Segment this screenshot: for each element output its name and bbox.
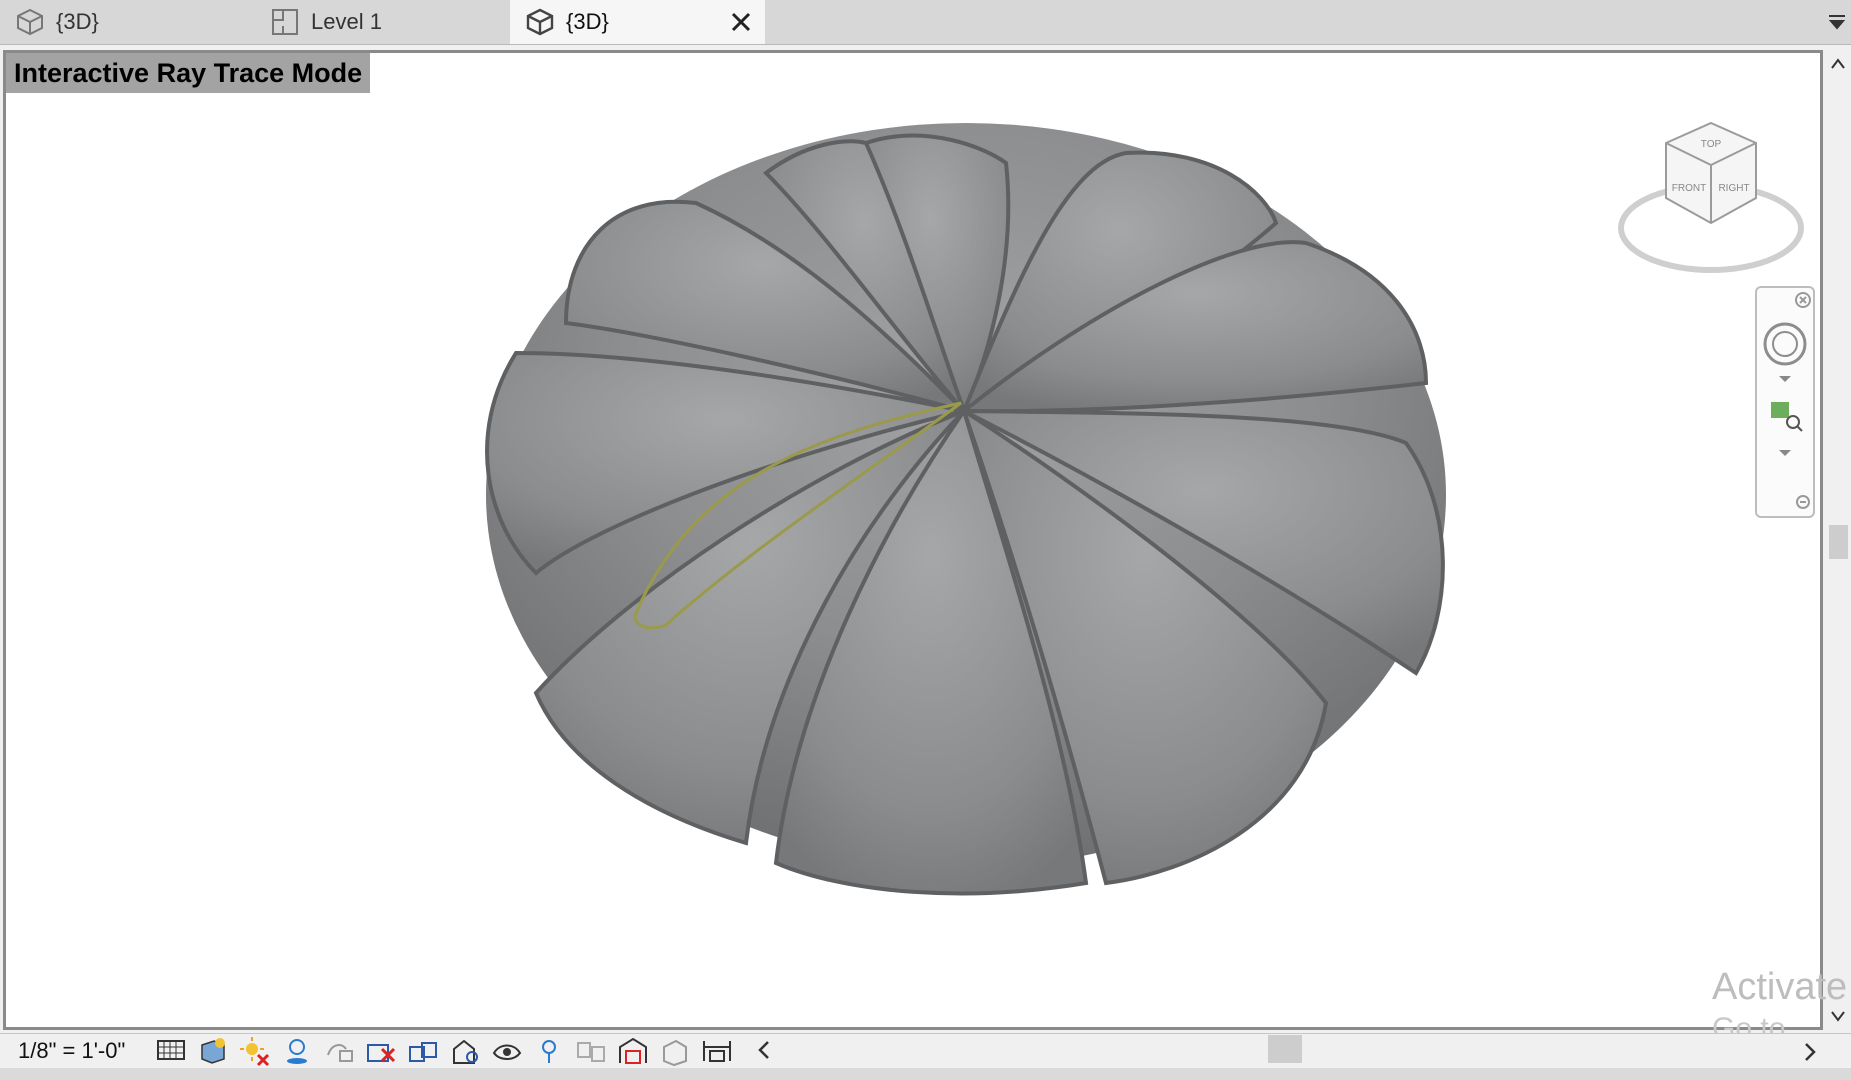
activation-watermark: Activate	[1712, 966, 1848, 1008]
navigation-bar	[1755, 286, 1815, 518]
pouf-model	[485, 123, 1446, 896]
view-control-bar: 1/8" = 1'-0"	[0, 1033, 1851, 1069]
scroll-left-arrow[interactable]	[752, 1036, 776, 1064]
viewcube-right-face[interactable]: RIGHT	[1718, 183, 1749, 194]
tab-label: {3D}	[566, 9, 609, 34]
tab-3d-view-active[interactable]: {3D}	[510, 0, 765, 44]
temporary-hide-icon[interactable]	[448, 1035, 482, 1067]
reveal-hidden-icon[interactable]	[490, 1035, 524, 1067]
floor-plan-icon	[269, 6, 301, 38]
viewcube-front-face[interactable]: FRONT	[1672, 183, 1706, 194]
sun-path-icon[interactable]	[238, 1035, 272, 1067]
chevron-down-icon	[1779, 450, 1791, 456]
crop-view-icon[interactable]	[322, 1035, 356, 1067]
render-mode-label: Interactive Ray Trace Mode	[6, 53, 371, 93]
visual-style-icon[interactable]	[196, 1035, 230, 1067]
close-navbar-icon	[1795, 292, 1811, 308]
window-bottom-edge	[0, 1068, 1851, 1080]
zoom-region-icon	[1771, 402, 1803, 432]
steering-wheel-icon	[1763, 322, 1807, 366]
view-tab-bar: {3D} Level 1 {3D}	[0, 0, 1851, 45]
horizontal-scrollbar-thumb[interactable]	[1268, 1035, 1302, 1063]
tab-list-dropdown-icon[interactable]	[1827, 12, 1847, 32]
tab-label: {3D}	[56, 9, 99, 34]
chevron-down-icon	[1779, 376, 1791, 382]
show-constraints-icon[interactable]	[700, 1035, 734, 1067]
highlight-displacement-icon[interactable]	[658, 1035, 692, 1067]
cube-icon	[14, 6, 46, 38]
view-control-icons	[154, 1035, 734, 1067]
viewcube-top-face[interactable]: TOP	[1701, 139, 1722, 150]
3d-viewport[interactable]: Interactive Ray Trace Mode TOP FRONT RIG…	[3, 50, 1823, 1030]
show-crop-region-icon[interactable]	[364, 1035, 398, 1067]
worksharing-display-icon[interactable]	[574, 1035, 608, 1067]
tab-label: Level 1	[311, 9, 382, 34]
vertical-scrollbar[interactable]	[1826, 50, 1851, 1030]
shadows-icon[interactable]	[280, 1035, 314, 1067]
close-icon[interactable]	[725, 6, 757, 38]
scroll-right-arrow[interactable]	[1798, 1038, 1822, 1066]
navbar-options-icon	[1796, 495, 1810, 509]
analytical-model-icon[interactable]	[616, 1035, 650, 1067]
detail-level-icon[interactable]	[154, 1035, 188, 1067]
viewcube[interactable]: TOP FRONT RIGHT	[1611, 113, 1811, 283]
tab-level-1[interactable]: Level 1	[255, 0, 510, 44]
view-scale[interactable]: 1/8" = 1'-0"	[18, 1038, 125, 1064]
cube-icon	[524, 6, 556, 38]
scrollbar-thumb	[1829, 525, 1848, 559]
temporary-view-properties-icon[interactable]	[532, 1035, 566, 1067]
tab-3d-view-1[interactable]: {3D}	[0, 0, 255, 44]
unlocked-3d-view-icon[interactable]	[406, 1035, 440, 1067]
